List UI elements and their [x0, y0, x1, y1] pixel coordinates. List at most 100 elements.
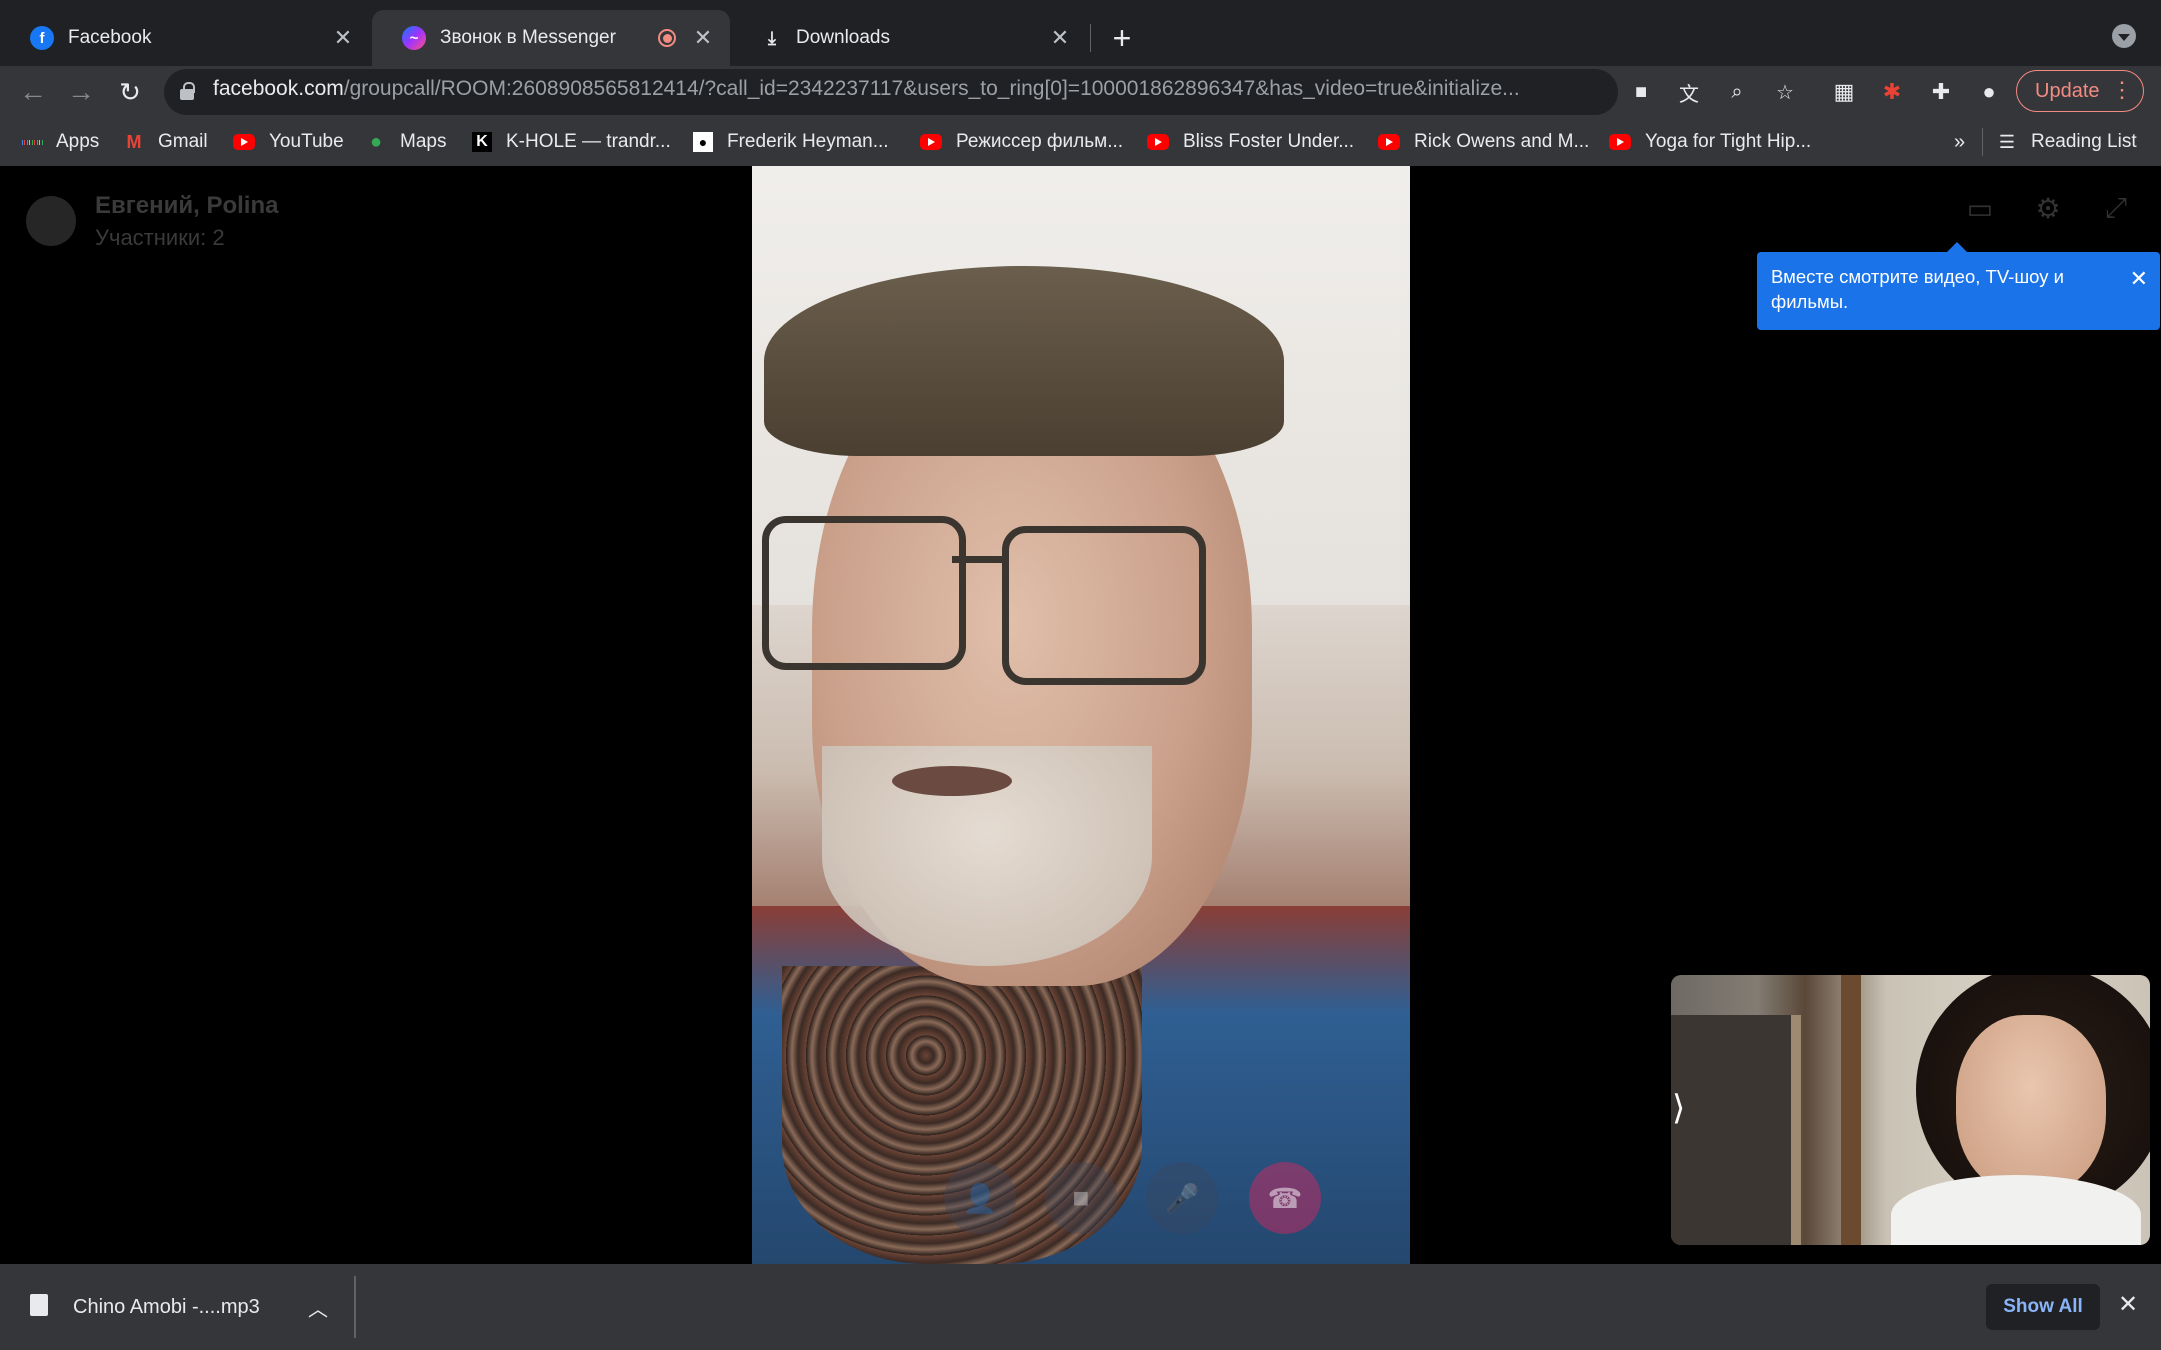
new-tab-button[interactable]: +: [1104, 20, 1140, 56]
fullscreen-icon[interactable]: ⤢: [2098, 190, 2134, 226]
add-person-icon[interactable]: 👤: [944, 1162, 1016, 1234]
bookmark-label: Rick Owens and M...: [1414, 131, 1590, 152]
profile-icon[interactable]: ●: [1971, 74, 2007, 110]
bookmark-label: Frederik Heyman...: [727, 131, 889, 152]
bookmark-apps[interactable]: Apps: [22, 126, 99, 158]
video-mouth: [892, 766, 1012, 796]
youtube-icon: [1609, 134, 1631, 150]
youtube-icon: [233, 134, 255, 150]
show-all-button[interactable]: Show All: [1986, 1284, 2100, 1330]
camera-icon[interactable]: ■: [1045, 1162, 1117, 1234]
tab-title: Facebook: [68, 27, 152, 48]
end-call-icon[interactable]: ☎: [1249, 1162, 1321, 1234]
video-glasses-bridge: [952, 556, 1007, 563]
tab-title: Downloads: [796, 27, 890, 48]
participants-name: Евгений, Polina: [95, 192, 279, 219]
apps-grid-icon: [22, 132, 42, 152]
bookmark-label: YouTube: [269, 131, 344, 152]
video-glasses-left: [762, 516, 966, 670]
close-download-bar-icon[interactable]: ✕: [2118, 1290, 2138, 1319]
download-divider: [354, 1276, 356, 1338]
update-button[interactable]: Update ⋮: [2016, 70, 2144, 112]
bookmark-star-icon[interactable]: ☆: [1769, 76, 1801, 108]
close-tab-icon[interactable]: ✕: [1047, 25, 1073, 51]
extension-icon[interactable]: ▦: [1826, 74, 1862, 110]
chevron-up-icon[interactable]: ︿: [308, 1293, 328, 1322]
url-text[interactable]: facebook.com/groupcall/ROOM:260890856581…: [213, 77, 1613, 101]
bookmarks-overflow-button[interactable]: »: [1954, 126, 1965, 158]
reading-list-icon: ☰: [1998, 131, 2016, 152]
close-tab-icon[interactable]: ✕: [690, 25, 716, 51]
camera-in-use-icon[interactable]: ■: [1625, 76, 1657, 108]
tab-separator: [1090, 24, 1091, 52]
reading-list-button[interactable]: ☰ Reading List: [1982, 126, 2137, 158]
tooltip-close-icon[interactable]: ✕: [2130, 266, 2148, 291]
tab-downloads[interactable]: ⤓ Downloads ✕: [732, 10, 1087, 66]
translate-icon[interactable]: 文: [1673, 76, 1705, 108]
watch-together-tooltip: Вместе смотрите видео, TV-шоу и фильмы. …: [1757, 242, 2160, 330]
settings-gear-icon[interactable]: ⚙: [2030, 190, 2066, 226]
facebook-icon: f: [30, 26, 54, 50]
bookmark-divider: [1982, 128, 1983, 156]
self-view-collapse-icon[interactable]: ⟩: [1672, 1088, 1685, 1128]
bookmark-youtube[interactable]: YouTube: [233, 126, 344, 158]
update-label: Update: [2035, 79, 2100, 102]
recording-icon: [658, 29, 676, 47]
self-view-door: [1671, 1015, 1801, 1245]
tab-title: Звонок в Messenger: [440, 27, 616, 48]
tab-facebook[interactable]: f Facebook ✕: [0, 10, 370, 66]
self-view-face: [1956, 1015, 2106, 1195]
puzzle-icon[interactable]: ✚: [1923, 74, 1959, 110]
bookmark-frederik[interactable]: ● Frederik Heyman...: [693, 126, 889, 158]
frederik-icon: ●: [693, 132, 713, 152]
reload-icon[interactable]: ↻: [110, 72, 150, 112]
bookmark-k-hole[interactable]: K K-HOLE — trandr...: [472, 126, 671, 158]
tab-search-icon[interactable]: [2112, 24, 2136, 48]
lock-icon[interactable]: [180, 82, 195, 100]
gmail-icon: M: [126, 131, 142, 152]
youtube-icon: [1147, 134, 1169, 150]
self-view-video[interactable]: [1671, 975, 2150, 1245]
bookmark-director[interactable]: Режиссер фильм...: [920, 126, 1123, 158]
bookmark-maps[interactable]: ● Maps: [366, 126, 447, 158]
k-hole-icon: K: [472, 132, 492, 152]
bookmark-rick-owens[interactable]: Rick Owens and M...: [1378, 126, 1589, 158]
reading-list-label: Reading List: [2031, 131, 2137, 152]
url-path: /groupcall/ROOM:2608908565812414/?call_i…: [343, 77, 1520, 100]
tooltip-text: Вместе смотрите видео, TV-шоу и фильмы.: [1771, 266, 2064, 312]
forward-icon[interactable]: →: [61, 72, 101, 112]
self-view-frame: [1841, 975, 1861, 1245]
close-tab-icon[interactable]: ✕: [330, 25, 356, 51]
bookmark-label: Yoga for Tight Hip...: [1645, 131, 1812, 152]
watch-together-icon[interactable]: ▭: [1962, 190, 1998, 226]
menu-dots-icon[interactable]: ⋮: [2111, 79, 2133, 101]
bookmark-yoga[interactable]: Yoga for Tight Hip...: [1609, 126, 1811, 158]
url-domain: facebook.com: [213, 77, 344, 100]
download-file-name[interactable]: Chino Amobi -....mp3: [73, 1296, 260, 1319]
file-icon: [30, 1294, 48, 1316]
bookmark-label: Maps: [400, 131, 447, 152]
tab-messenger-call[interactable]: ~ Звонок в Messenger ✕: [372, 10, 730, 66]
video-glasses-right: [1002, 526, 1206, 685]
bookmark-label: Apps: [56, 131, 100, 152]
download-icon: ⤓: [768, 27, 776, 48]
color-extension-icon[interactable]: ✱: [1874, 74, 1910, 110]
bookmark-label: Gmail: [158, 131, 208, 152]
bookmark-gmail[interactable]: M Gmail: [124, 126, 208, 158]
participants-count: Участники: 2: [95, 225, 225, 250]
microphone-icon[interactable]: 🎤: [1146, 1162, 1218, 1234]
maps-icon: ●: [369, 130, 383, 153]
messenger-icon: ~: [402, 26, 426, 50]
zoom-icon[interactable]: ⌕: [1721, 76, 1753, 108]
self-view-shirt: [1891, 1175, 2141, 1245]
bookmark-label: K-HOLE — trandr...: [506, 131, 671, 152]
group-avatar: [26, 196, 76, 246]
video-cap: [764, 266, 1284, 456]
bookmark-label: Bliss Foster Under...: [1183, 131, 1355, 152]
youtube-icon: [920, 134, 942, 150]
bookmark-label: Режиссер фильм...: [956, 131, 1124, 152]
back-icon[interactable]: ←: [13, 72, 53, 112]
remote-video: [752, 166, 1410, 1264]
youtube-icon: [1378, 134, 1400, 150]
bookmark-bliss-foster[interactable]: Bliss Foster Under...: [1147, 126, 1354, 158]
